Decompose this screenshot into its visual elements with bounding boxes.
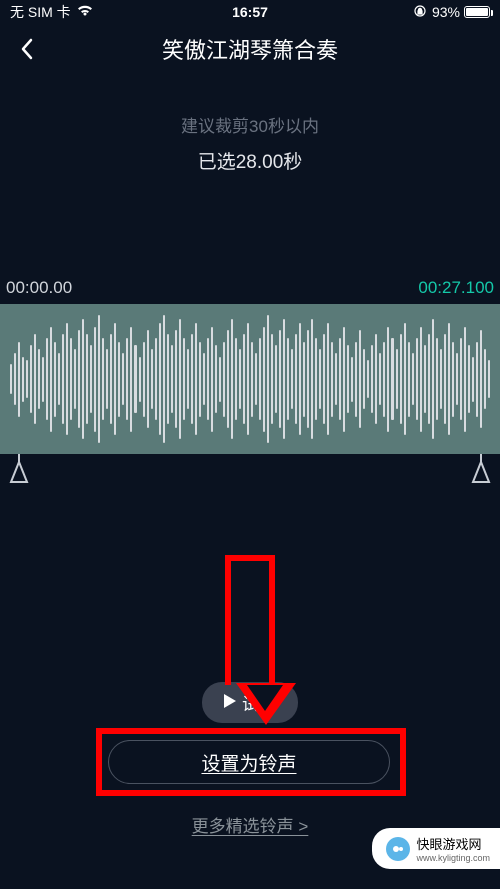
preview-button[interactable]: 试听 (202, 682, 298, 723)
set-ringtone-label: 设置为铃声 (201, 749, 296, 776)
watermark-url: www.kyligting.com (416, 853, 490, 863)
time-start: 00:00.00 (6, 278, 72, 298)
annotation-arrow (225, 555, 275, 685)
more-ringtones-link[interactable]: 更多精选铃声 > (192, 812, 309, 837)
preview-label: 试听 (242, 690, 276, 715)
watermark-icon (386, 837, 410, 861)
waveform[interactable] (0, 304, 500, 454)
battery-pct: 93% (432, 4, 460, 20)
page-title: 笑傲江湖琴箫合奏 (162, 33, 338, 65)
waveform-section: 00:00.00 00:27.100 (0, 278, 500, 454)
trim-handle-left[interactable] (8, 454, 30, 484)
back-button[interactable] (12, 34, 42, 64)
play-icon (224, 693, 236, 713)
trim-handle-right[interactable] (470, 454, 492, 484)
battery-icon (464, 6, 490, 18)
set-ringtone-button[interactable]: 设置为铃声 (108, 740, 390, 784)
status-time: 16:57 (232, 4, 268, 20)
carrier-text: 无 SIM 卡 (10, 2, 71, 22)
info-section: 建议裁剪30秒以内 已选28.00秒 (0, 112, 500, 174)
status-right: 93% (414, 4, 490, 20)
selected-duration: 已选28.00秒 (0, 147, 500, 174)
watermark-title: 快眼游戏网 (416, 834, 490, 853)
time-end: 00:27.100 (418, 278, 494, 298)
lock-icon (414, 4, 426, 20)
trim-hint: 建议裁剪30秒以内 (0, 112, 500, 137)
wifi-icon (77, 4, 93, 20)
nav-header: 笑傲江湖琴箫合奏 (0, 24, 500, 74)
status-left: 无 SIM 卡 (10, 2, 93, 22)
status-bar: 无 SIM 卡 16:57 93% (0, 0, 500, 24)
watermark: 快眼游戏网 www.kyligting.com (372, 828, 500, 869)
